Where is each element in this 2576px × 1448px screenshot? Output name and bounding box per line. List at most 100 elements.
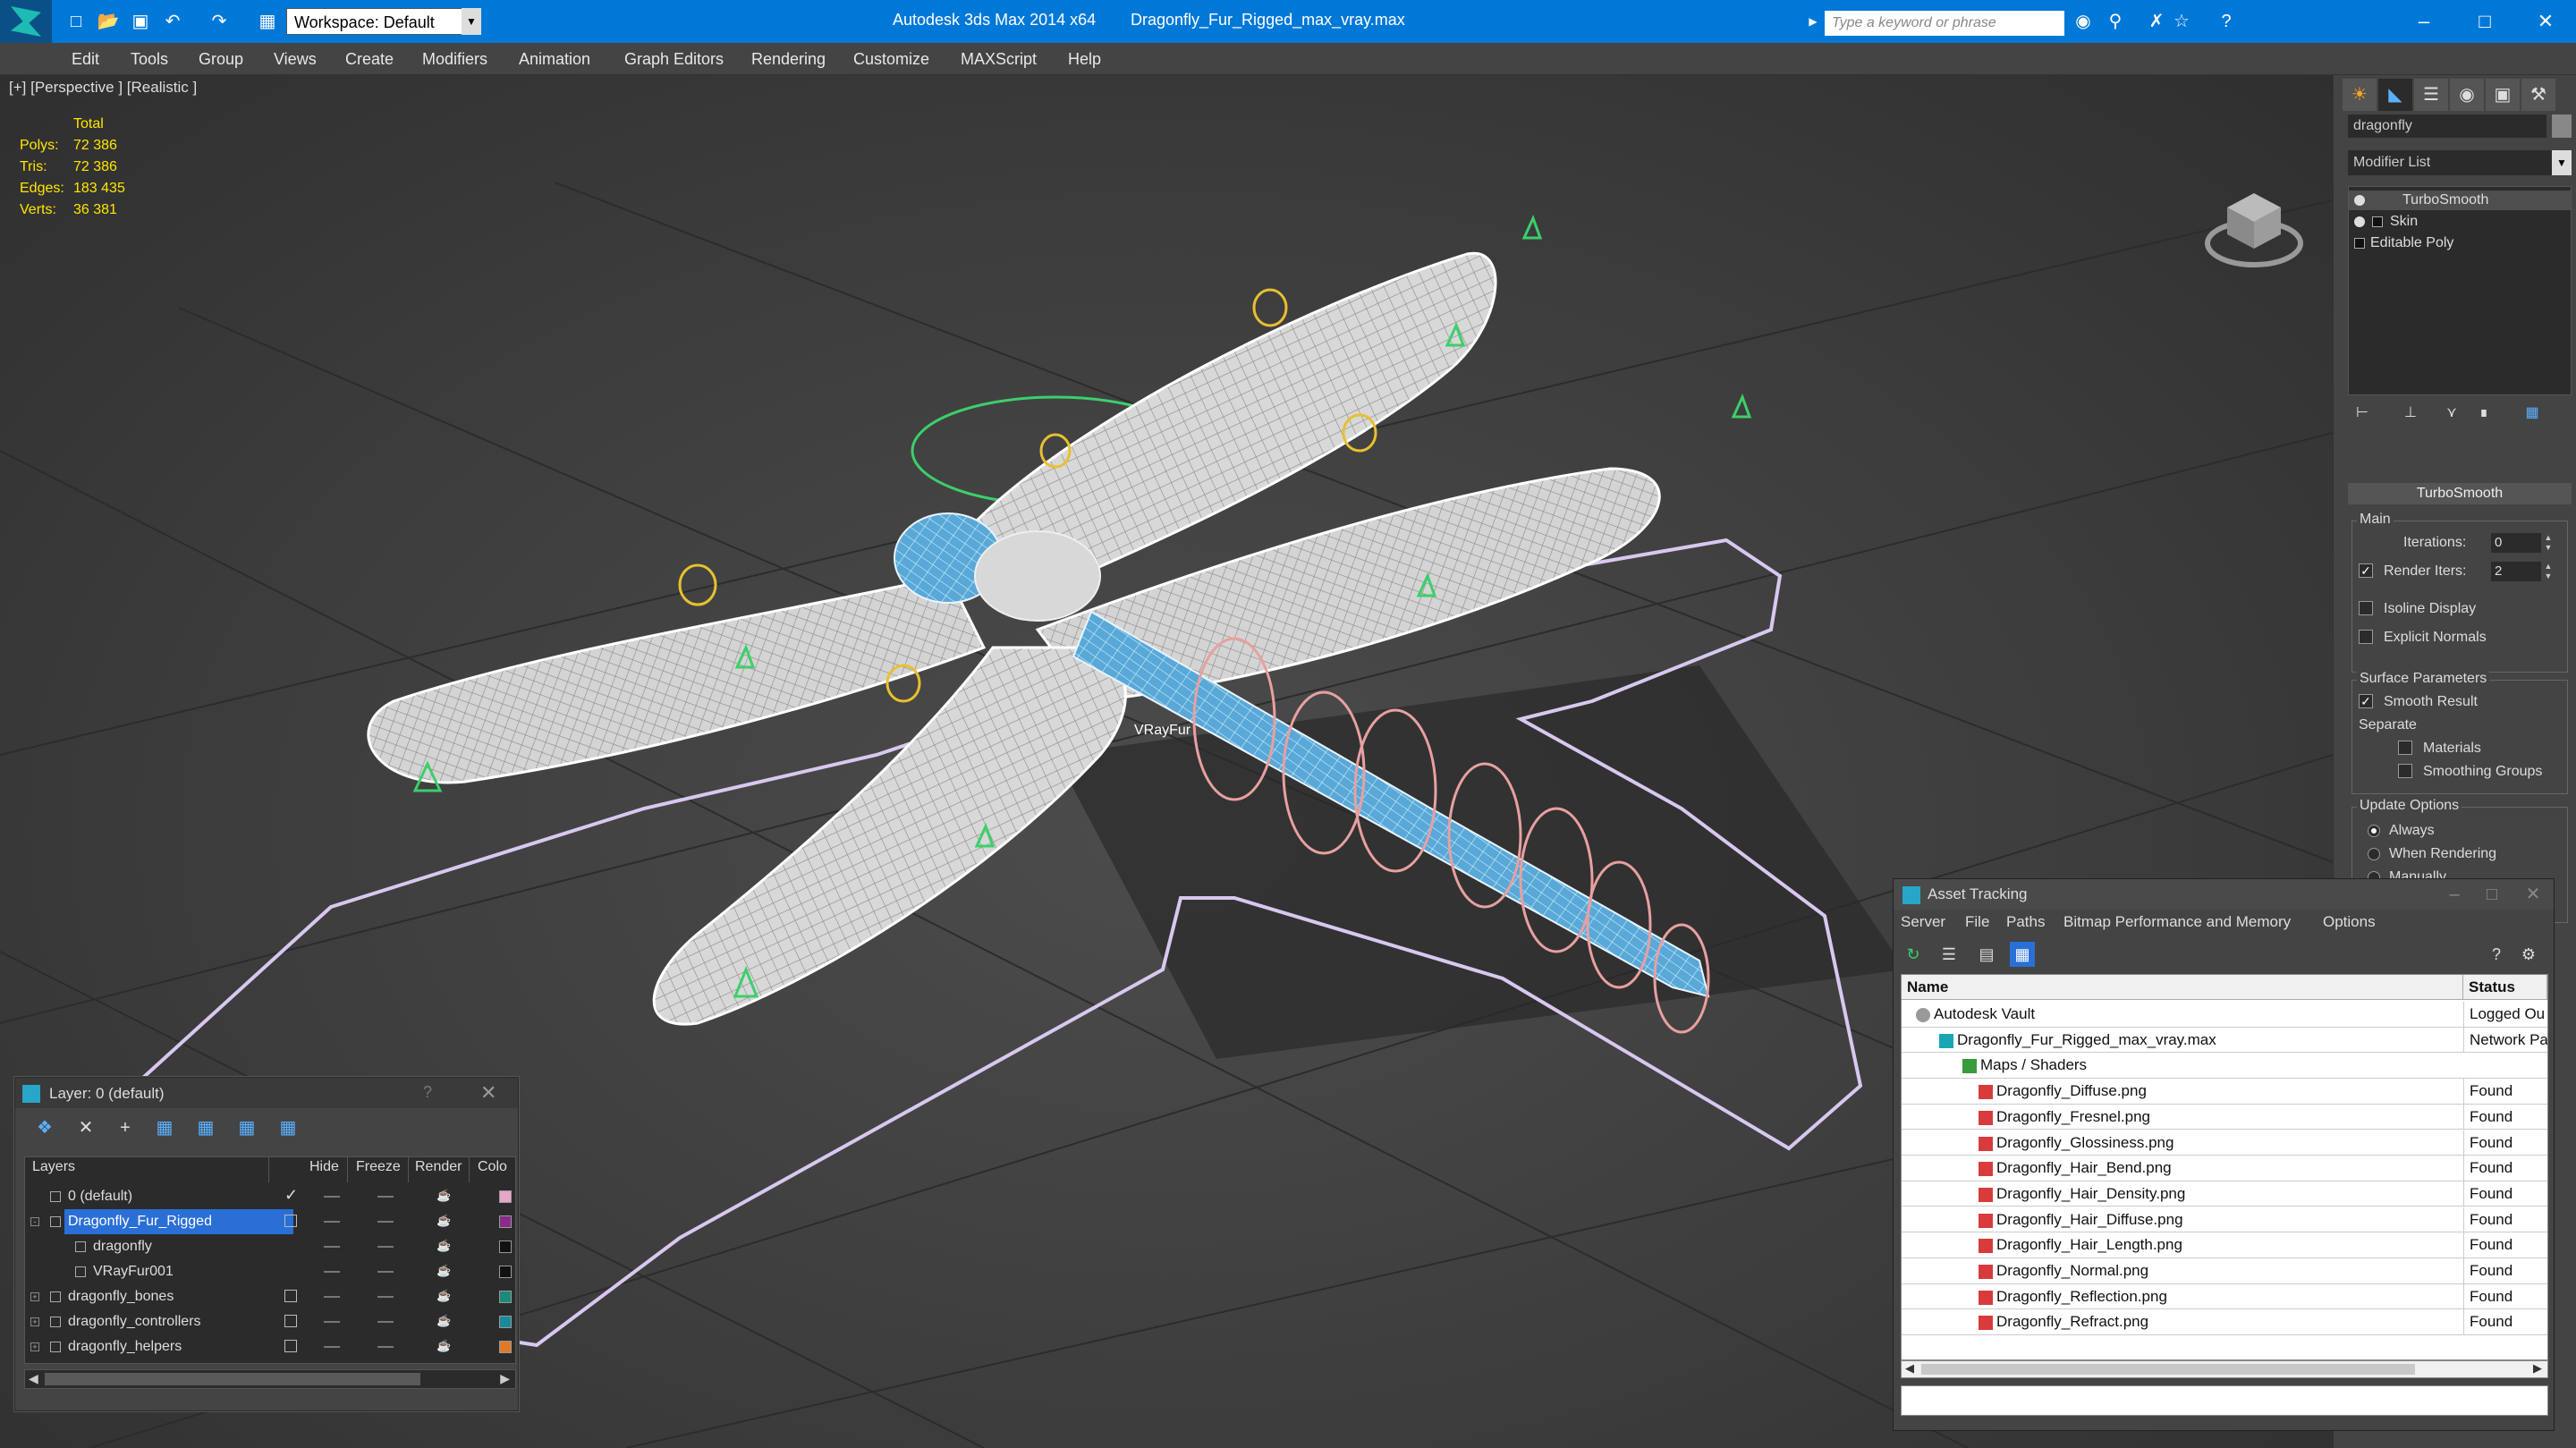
layer-color-swatch[interactable] — [499, 1316, 512, 1328]
expand-icon[interactable]: + — [30, 1292, 39, 1301]
settings-icon[interactable]: ⚙ — [2516, 942, 2541, 967]
menu-graph-editors[interactable]: Graph Editors — [624, 50, 724, 69]
turbosmooth-rollout-header[interactable]: TurboSmooth — [2348, 483, 2572, 504]
active-layer-box[interactable] — [284, 1315, 297, 1327]
active-layer-box[interactable] — [284, 1215, 297, 1227]
configure-sets-icon[interactable]: ▦ — [2518, 401, 2546, 426]
delete-layer-icon[interactable]: ✕ — [72, 1115, 99, 1140]
remove-modifier-icon[interactable]: ∎ — [2470, 401, 2498, 426]
help-icon[interactable]: ? — [2215, 11, 2238, 32]
freeze-toggle[interactable] — [377, 1321, 394, 1323]
active-layer-box[interactable] — [284, 1340, 297, 1352]
light-bulb-icon[interactable] — [2354, 195, 2365, 206]
layer-row[interactable]: 0 (default) ✓ ☕ — [25, 1184, 515, 1209]
project-folder-icon[interactable]: ▦ — [256, 11, 279, 32]
asset-row[interactable]: Dragonfly_Normal.png Found — [1902, 1258, 2547, 1284]
update-always-radio[interactable] — [2368, 825, 2380, 837]
hide-toggle[interactable] — [324, 1196, 340, 1198]
layer-row[interactable]: VRayFur001 ☕ — [25, 1259, 515, 1284]
column-header-name[interactable]: Name — [1902, 975, 2463, 1000]
expand-icon[interactable]: + — [30, 1342, 39, 1351]
render-iters-spinner[interactable]: 2 — [2491, 562, 2541, 581]
horizontal-scrollbar[interactable]: ◀ ▶ — [1901, 1360, 2548, 1378]
layer-row[interactable]: dragonfly ☕ — [25, 1234, 515, 1259]
new-file-icon[interactable]: □ — [64, 11, 88, 32]
hide-toggle[interactable] — [324, 1246, 340, 1248]
object-name-field[interactable]: dragonfly — [2348, 114, 2546, 138]
asset-row[interactable]: Dragonfly_Fresnel.png Found — [1902, 1104, 2547, 1130]
asset-row[interactable]: Dragonfly_Hair_Length.png Found — [1902, 1232, 2547, 1258]
help-icon[interactable]: ? — [2484, 942, 2509, 967]
update-when-rendering-radio[interactable] — [2368, 848, 2380, 860]
layer-color-swatch[interactable] — [499, 1266, 512, 1278]
asset-row[interactable]: Dragonfly_Glossiness.png Found — [1902, 1130, 2547, 1156]
layer-color-swatch[interactable] — [499, 1291, 512, 1303]
list-view-icon[interactable]: ☰ — [1936, 942, 1962, 967]
stack-item-turbosmooth[interactable]: TurboSmooth — [2349, 191, 2571, 210]
chevron-down-icon[interactable]: ▼ — [2552, 150, 2572, 175]
app-logo-icon[interactable] — [0, 0, 52, 43]
menu-help[interactable]: Help — [1068, 50, 1101, 69]
menu-modifiers[interactable]: Modifiers — [422, 50, 487, 69]
minimize-icon[interactable]: – — [2441, 883, 2468, 906]
scroll-right-icon[interactable]: ▶ — [500, 1371, 510, 1386]
scroll-right-icon[interactable]: ▶ — [2533, 1361, 2542, 1376]
select-layer-icon[interactable]: ▦ — [192, 1115, 219, 1140]
refresh-icon[interactable]: ↻ — [1901, 942, 1926, 967]
layer-color-swatch[interactable] — [499, 1241, 512, 1253]
menu-maxscript[interactable]: MAXScript — [961, 50, 1037, 69]
expand-icon[interactable]: + — [30, 1317, 39, 1326]
freeze-toggle[interactable] — [377, 1346, 394, 1348]
asset-row[interactable]: Maps / Shaders — [1902, 1053, 2547, 1079]
render-teapot-icon[interactable]: ☕ — [436, 1340, 451, 1352]
layer-row[interactable]: + dragonfly_helpers ☕ — [25, 1334, 515, 1359]
asset-path-field[interactable] — [1901, 1385, 2548, 1416]
redo-icon[interactable]: ↷ — [208, 11, 231, 32]
asset-menu-server[interactable]: Server — [1901, 913, 1945, 931]
undo-icon[interactable]: ↶ — [161, 11, 184, 32]
asset-menu-paths[interactable]: Paths — [2006, 913, 2045, 931]
minimize-icon[interactable]: – — [2406, 5, 2442, 38]
search-expand-icon[interactable]: ▶ — [1801, 11, 1825, 32]
menu-create[interactable]: Create — [345, 50, 394, 69]
hide-toggle[interactable] — [324, 1296, 340, 1298]
viewcube-icon[interactable] — [2202, 184, 2306, 274]
asset-menu-options[interactable]: Options — [2323, 913, 2376, 931]
column-header-render[interactable]: Render — [415, 1159, 462, 1175]
layer-row[interactable]: + dragonfly_bones ☕ — [25, 1284, 515, 1309]
scrollbar-thumb[interactable] — [45, 1373, 420, 1385]
spinner-arrows-icon[interactable]: ▲ ▼ — [2543, 533, 2554, 553]
asset-row[interactable]: Dragonfly_Hair_Diffuse.png Found — [1902, 1207, 2547, 1233]
detail-view-icon[interactable]: ▤ — [1974, 942, 1999, 967]
smooth-result-checkbox[interactable]: ✓ — [2359, 694, 2373, 708]
create-tab-icon[interactable]: ☀ — [2343, 79, 2377, 111]
freeze-toggle[interactable] — [377, 1221, 394, 1223]
column-header-hide[interactable]: Hide — [309, 1159, 339, 1175]
close-icon[interactable]: ✕ — [480, 1081, 496, 1105]
hierarchy-tab-icon[interactable]: ☰ — [2414, 79, 2448, 111]
make-unique-icon[interactable]: ⋎ — [2437, 401, 2466, 426]
scroll-left-icon[interactable]: ◀ — [1905, 1361, 1914, 1376]
hide-toggle[interactable] — [324, 1321, 340, 1323]
asset-row[interactable]: Dragonfly_Hair_Bend.png Found — [1902, 1156, 2547, 1181]
viewport-label[interactable]: [+] [Perspective ] [Realistic ] — [9, 79, 197, 97]
motion-tab-icon[interactable]: ◉ — [2450, 79, 2484, 111]
freeze-toggle[interactable] — [377, 1196, 394, 1198]
asset-dialog-titlebar[interactable]: Asset Tracking – □ ✕ — [1894, 879, 2554, 910]
exchange-icon[interactable]: ✗ — [2145, 11, 2168, 32]
column-header-layers[interactable]: Layers — [32, 1159, 75, 1175]
hide-toggle[interactable] — [324, 1346, 340, 1348]
menu-animation[interactable]: Animation — [519, 50, 590, 69]
collapse-icon[interactable]: - — [30, 1217, 39, 1226]
hide-toggle[interactable] — [324, 1221, 340, 1223]
asset-row[interactable]: Dragonfly_Refract.png Found — [1902, 1309, 2547, 1335]
show-end-result-icon[interactable]: ⊥ — [2396, 401, 2425, 426]
smoothing-groups-checkbox[interactable] — [2398, 764, 2412, 778]
object-color-swatch[interactable] — [2552, 114, 2572, 138]
render-iters-checkbox[interactable]: ✓ — [2359, 563, 2373, 578]
asset-row[interactable]: Dragonfly_Hair_Density.png Found — [1902, 1181, 2547, 1207]
isoline-display-checkbox[interactable] — [2359, 601, 2373, 615]
horizontal-scrollbar[interactable]: ◀ ▶ — [24, 1369, 516, 1389]
layer-row[interactable]: + dragonfly_controllers ☕ — [25, 1309, 515, 1334]
iterations-spinner[interactable]: 0 — [2491, 533, 2541, 553]
